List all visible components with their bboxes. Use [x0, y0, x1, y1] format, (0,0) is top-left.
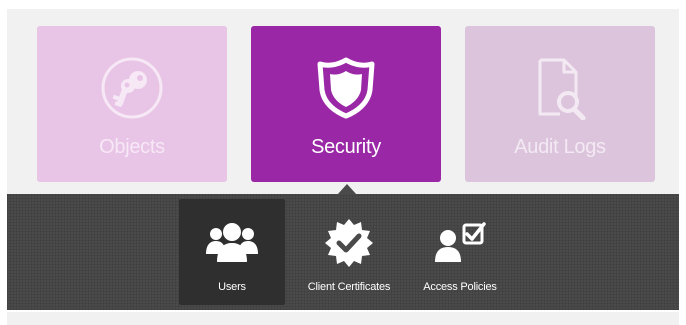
- user-check-icon: [434, 217, 486, 267]
- active-tile-pointer: [337, 184, 357, 195]
- bottom-strip: [7, 312, 679, 325]
- tile-security[interactable]: Security: [251, 26, 441, 182]
- certificate-badge-icon: [324, 217, 374, 267]
- submenu-item-label: Access Policies: [423, 281, 497, 293]
- tile-label: Objects: [99, 136, 165, 158]
- tile-label: Audit Logs: [514, 136, 606, 158]
- submenu-item-client-certificates[interactable]: Client Certificates: [293, 199, 405, 305]
- users-icon: [205, 217, 259, 267]
- tile-objects[interactable]: Objects: [37, 26, 227, 182]
- security-submenu: Users Client Certificates Access Policie…: [7, 194, 679, 310]
- keys-icon: [100, 56, 164, 120]
- tile-label: Security: [311, 136, 381, 158]
- shield-icon: [316, 56, 376, 120]
- submenu-item-label: Client Certificates: [307, 281, 391, 293]
- submenu-item-label: Users: [218, 281, 246, 293]
- document-search-icon: [532, 56, 588, 120]
- tile-audit-logs[interactable]: Audit Logs: [465, 26, 655, 182]
- submenu-item-users[interactable]: Users: [179, 199, 285, 305]
- submenu-item-access-policies[interactable]: Access Policies: [409, 199, 511, 305]
